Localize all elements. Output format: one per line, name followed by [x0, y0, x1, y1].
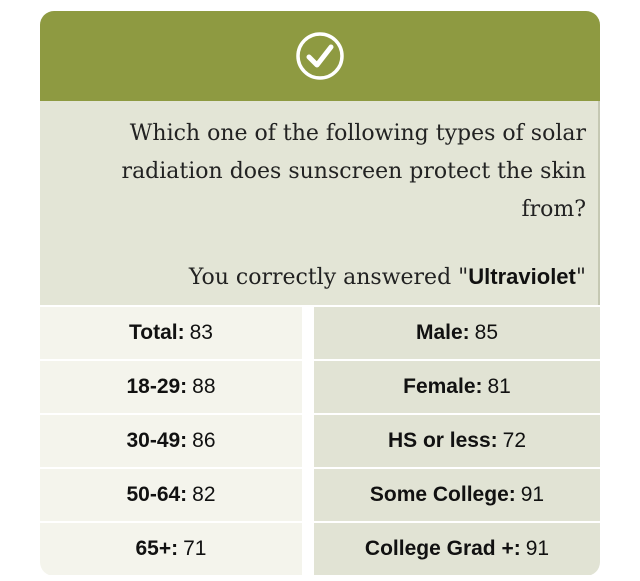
stat-value: 71: [183, 537, 207, 560]
stat-label: HS or less:: [387, 429, 498, 452]
answer-prefix: You correctly answered ": [188, 265, 469, 290]
stats-row: 65+: 71 College Grad +: 91: [40, 521, 600, 575]
stat-college-grad: College Grad +: 91: [314, 523, 600, 575]
stat-65-plus: 65+: 71: [40, 523, 314, 575]
stat-male: Male: 85: [314, 307, 600, 359]
stat-50-64: 50-64: 82: [40, 469, 314, 521]
quiz-result-card: Which one of the following types of sola…: [40, 11, 600, 576]
stat-value: 72: [502, 429, 527, 452]
stat-hs-or-less: HS or less: 72: [314, 415, 600, 467]
stat-some-college: Some College: 91: [314, 469, 600, 521]
stat-value: 85: [474, 321, 499, 344]
stat-value: 81: [487, 375, 511, 398]
stat-value: 82: [192, 483, 216, 506]
stat-value: 83: [189, 321, 213, 344]
result-header: [40, 11, 600, 101]
stat-label: Female:: [403, 375, 483, 398]
answer-suffix: ": [575, 265, 586, 290]
answer-line: You correctly answered "Ultraviolet": [52, 258, 586, 297]
stat-label: 18-29:: [126, 375, 188, 398]
stat-value: 91: [520, 483, 545, 506]
stat-label: 30-49:: [126, 429, 188, 452]
stat-label: Some College:: [369, 483, 516, 506]
stat-female: Female: 81: [314, 361, 600, 413]
stat-30-49: 30-49: 86: [40, 415, 314, 467]
stat-label: Total:: [129, 321, 185, 344]
check-circle-icon: [296, 32, 344, 80]
question-text: Which one of the following types of sola…: [121, 121, 586, 222]
answer-value: Ultraviolet: [468, 264, 576, 289]
stat-value: 86: [192, 429, 216, 452]
stat-label: 65+:: [135, 537, 179, 560]
stat-label: College Grad +:: [364, 537, 521, 560]
stats-row: Total: 83 Male: 85: [40, 305, 600, 359]
stat-label: 50-64:: [126, 483, 188, 506]
stats-row: 18-29: 88 Female: 81: [40, 359, 600, 413]
stats-row: 30-49: 86 HS or less: 72: [40, 413, 600, 467]
stats-row: 50-64: 82 Some College: 91: [40, 467, 600, 521]
stats-table: Total: 83 Male: 85 18-29: 88 Female: 81 30-4…: [40, 305, 600, 575]
stat-value: 88: [192, 375, 216, 398]
question-panel: Which one of the following types of sola…: [40, 101, 600, 305]
stat-18-29: 18-29: 88: [40, 361, 314, 413]
stat-label: Male:: [415, 321, 470, 344]
stat-total: Total: 83: [40, 307, 314, 359]
stat-value: 91: [525, 537, 550, 560]
